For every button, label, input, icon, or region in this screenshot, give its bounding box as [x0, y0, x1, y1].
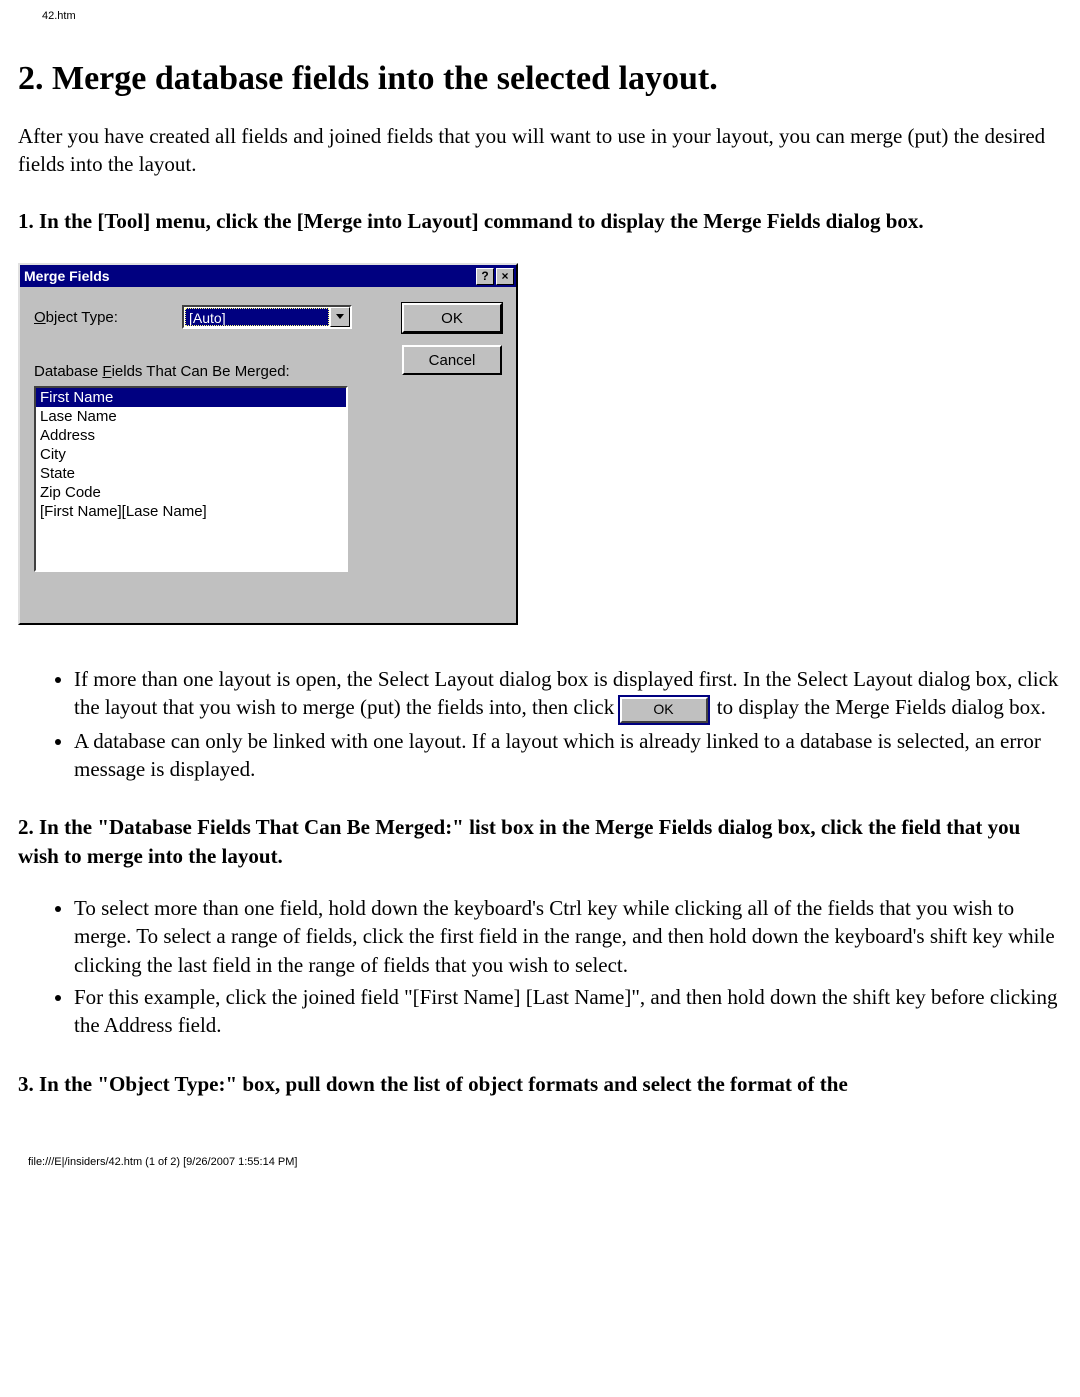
- list-item[interactable]: Zip Code: [36, 483, 346, 502]
- step-1-bullets: If more than one layout is open, the Sel…: [18, 665, 1062, 783]
- list-item[interactable]: City: [36, 445, 346, 464]
- object-type-combo[interactable]: [Auto]: [182, 305, 352, 329]
- step-2-bullet-2: For this example, click the joined field…: [74, 983, 1062, 1040]
- page-footer-text: file:///E|/insiders/42.htm (1 of 2) [9/2…: [28, 1156, 297, 1168]
- step-1-heading: 1. In the [Tool] menu, click the [Merge …: [18, 207, 1062, 235]
- list-item[interactable]: Address: [36, 426, 346, 445]
- step-2-heading: 2. In the "Database Fields That Can Be M…: [18, 813, 1062, 870]
- cancel-button[interactable]: Cancel: [402, 345, 502, 375]
- list-item[interactable]: [First Name][Lase Name]: [36, 502, 346, 521]
- dialog-button-column: OK Cancel: [402, 303, 502, 375]
- chevron-down-icon[interactable]: [330, 307, 350, 327]
- dialog-title: Merge Fields: [24, 268, 474, 284]
- dialog-titlebar[interactable]: Merge Fields ? ×: [20, 265, 516, 287]
- step-2-bullets: To select more than one field, hold down…: [18, 894, 1062, 1040]
- inline-ok-button[interactable]: OK: [620, 697, 708, 723]
- help-icon[interactable]: ?: [476, 268, 494, 285]
- list-item[interactable]: First Name: [36, 388, 346, 407]
- intro-paragraph: After you have created all fields and jo…: [18, 122, 1062, 179]
- dialog-body: Object Type: [Auto] OK Cancel Database F…: [20, 287, 516, 623]
- step-1-bullet-1: If more than one layout is open, the Sel…: [74, 665, 1062, 723]
- page-footer: file:///E|/insiders/42.htm (1 of 2) [9/2…: [0, 1126, 1080, 1186]
- object-type-label: Object Type:: [34, 309, 182, 326]
- merge-fields-dialog: Merge Fields ? × Object Type: [Auto] OK …: [18, 263, 518, 625]
- ok-button[interactable]: OK: [402, 303, 502, 333]
- step-1-bullet-2: A database can only be linked with one l…: [74, 727, 1062, 784]
- list-item[interactable]: State: [36, 464, 346, 483]
- step-2-bullet-1: To select more than one field, hold down…: [74, 894, 1062, 979]
- object-type-value: [Auto]: [185, 308, 329, 326]
- page-content: 2. Merge database fields into the select…: [0, 22, 1080, 1098]
- close-icon[interactable]: ×: [496, 268, 514, 285]
- step-3-heading: 3. In the "Object Type:" box, pull down …: [18, 1070, 1062, 1098]
- list-item[interactable]: Lase Name: [36, 407, 346, 426]
- fields-listbox[interactable]: First Name Lase Name Address City State …: [34, 386, 348, 572]
- section-title: 2. Merge database fields into the select…: [18, 60, 1062, 98]
- page-header-filename: 42.htm: [42, 10, 76, 22]
- page-header: 42.htm: [0, 0, 1080, 22]
